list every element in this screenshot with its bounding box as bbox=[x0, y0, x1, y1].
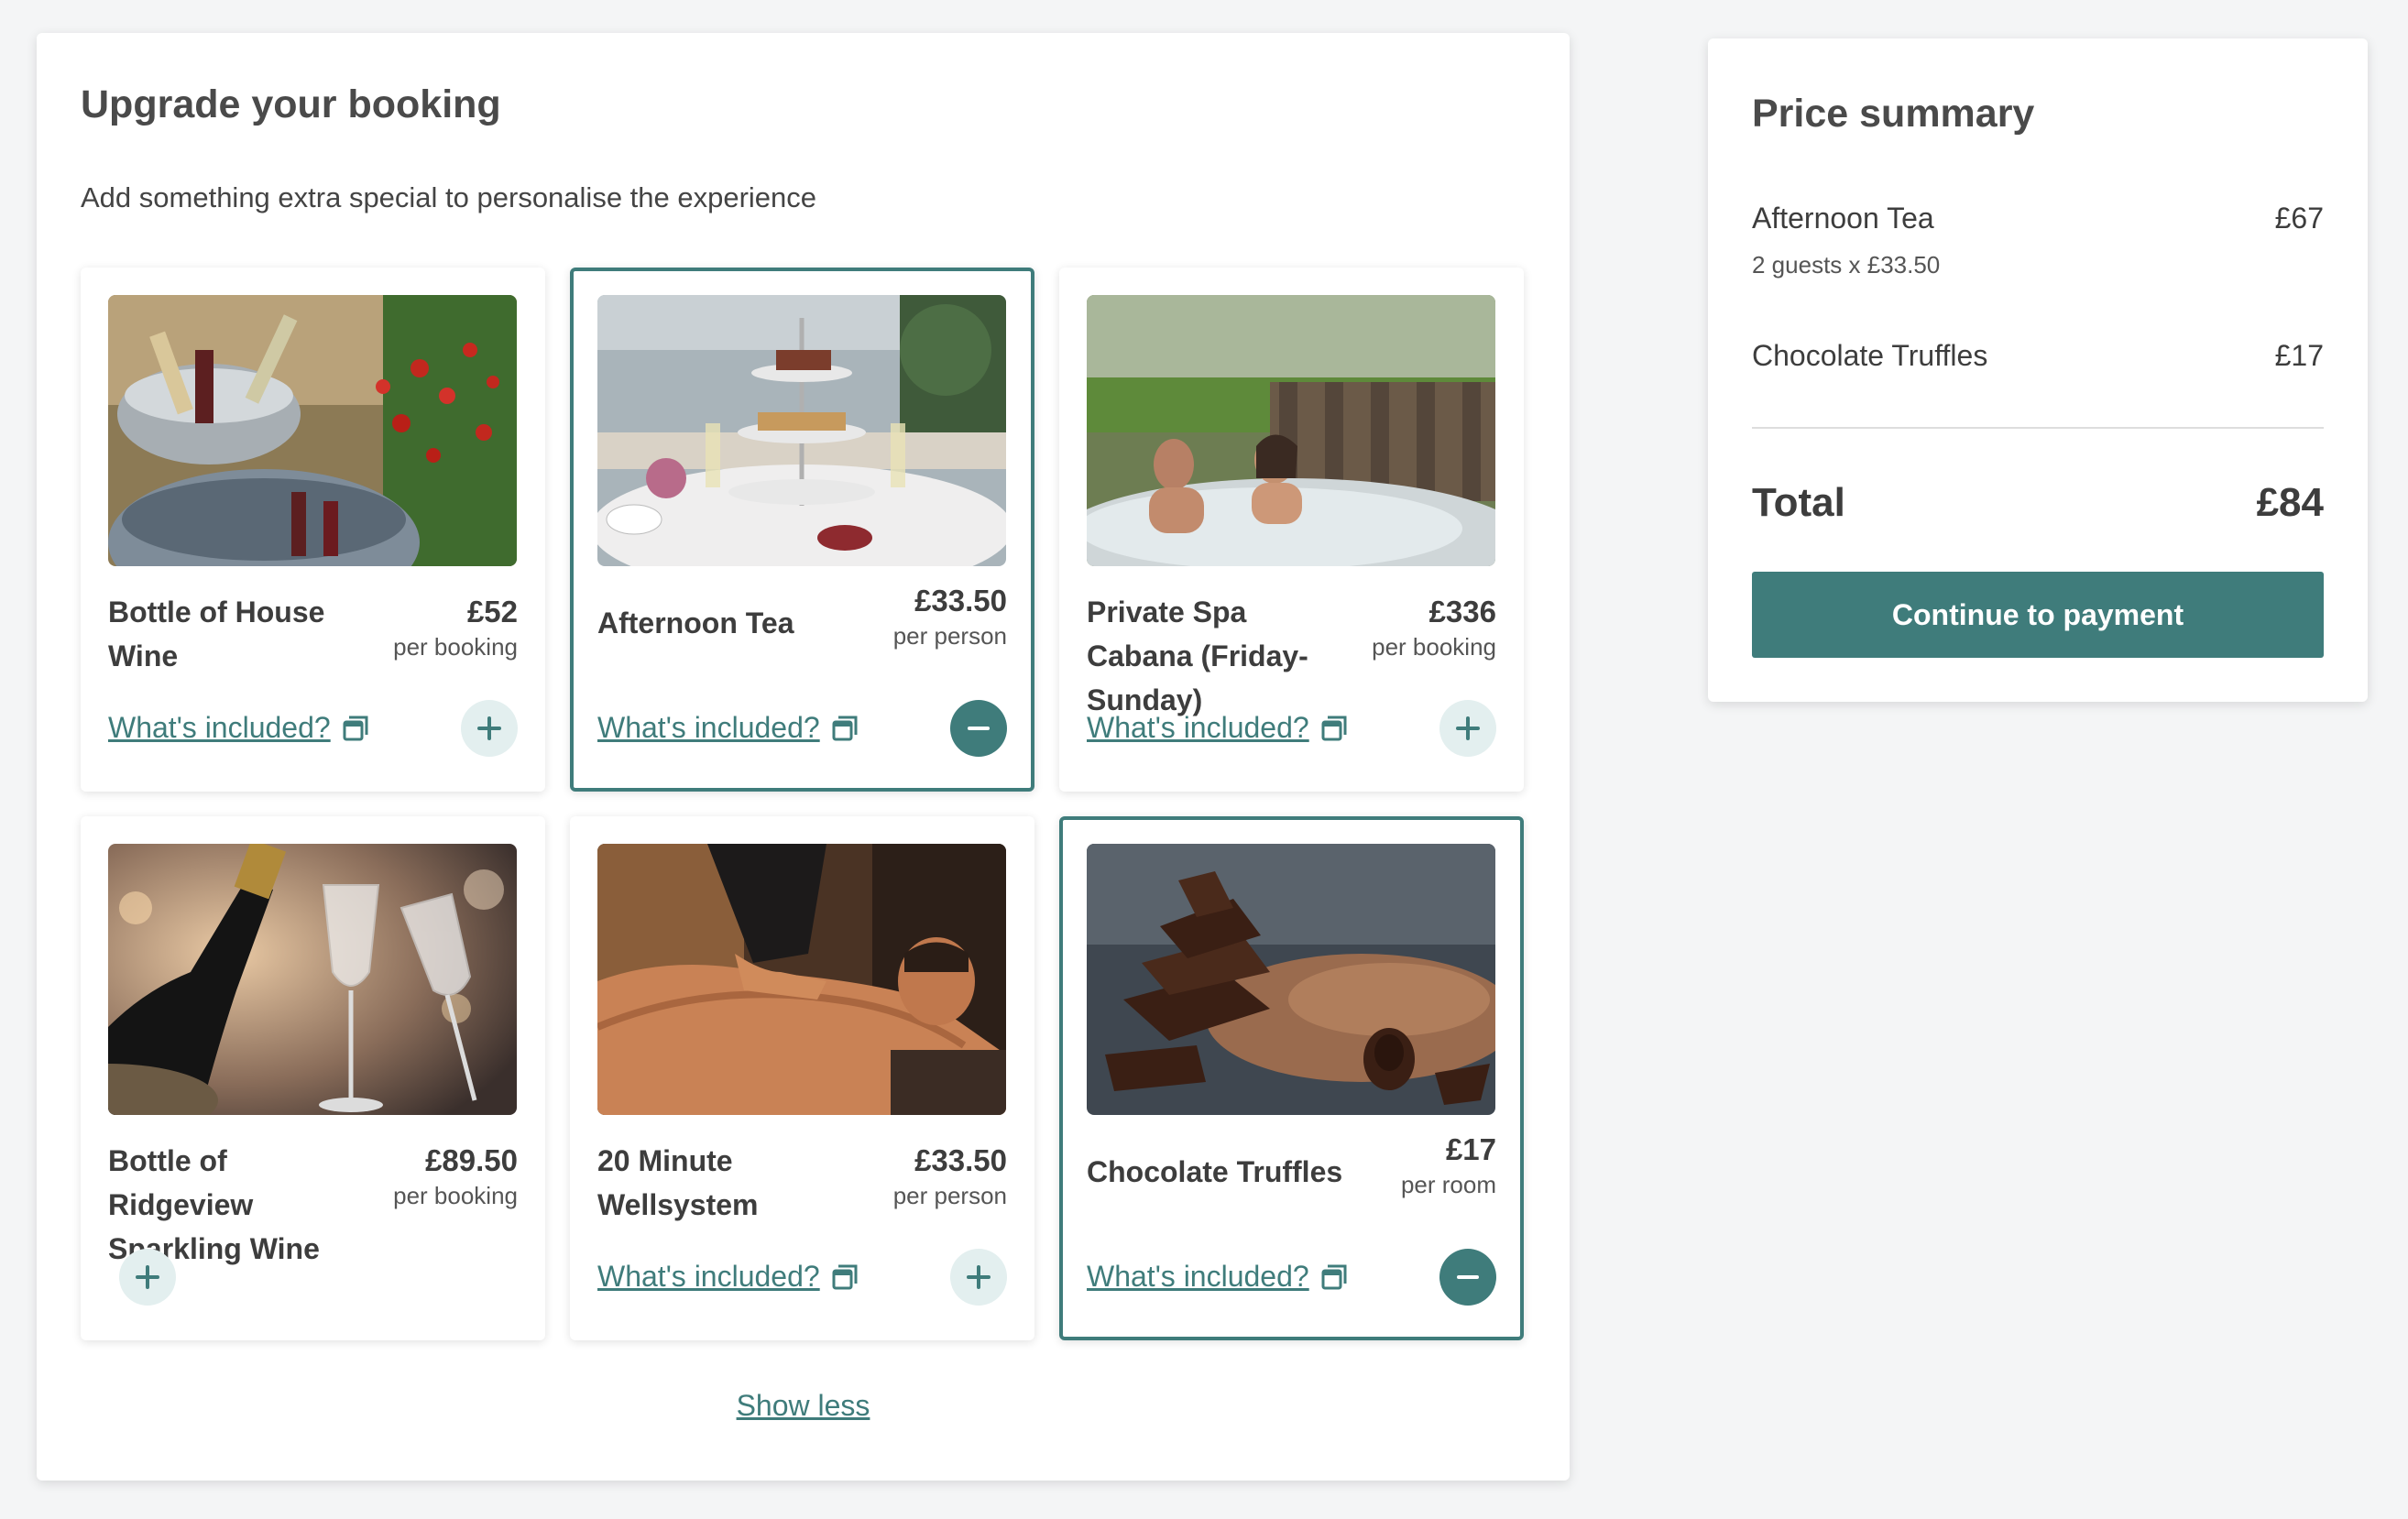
chocolate-image bbox=[1087, 844, 1495, 1115]
whats-included-label: What's included? bbox=[1087, 711, 1309, 744]
plus-icon bbox=[136, 1265, 159, 1289]
whats-included-link[interactable]: What's included? bbox=[1087, 711, 1348, 745]
whats-included-link[interactable]: What's included? bbox=[1087, 1260, 1348, 1294]
price-unit: per room bbox=[1400, 1171, 1496, 1198]
plus-icon bbox=[477, 716, 501, 740]
plus-icon bbox=[967, 1265, 991, 1289]
extras-grid: Bottle of House Wine £52 per booking Wha… bbox=[81, 268, 1524, 1340]
total-label: Total bbox=[1752, 480, 1845, 525]
add-button[interactable] bbox=[461, 700, 518, 757]
add-button[interactable] bbox=[1439, 700, 1496, 757]
extra-name: Chocolate Truffles bbox=[1087, 1155, 1343, 1188]
price-unit: per booking bbox=[1372, 633, 1496, 661]
whats-included-label: What's included? bbox=[597, 1260, 820, 1293]
price-summary-panel: Price summary Afternoon Tea £67 2 guests… bbox=[1708, 38, 2368, 702]
summary-divider bbox=[1752, 427, 2324, 429]
whats-included-link[interactable]: What's included? bbox=[108, 711, 369, 745]
extra-card-spa-cabana: Private Spa Cabana (Friday-Sunday) £336 … bbox=[1059, 268, 1524, 792]
extra-card-ridgeview-sparkling: Bottle of Ridgeview Sparkling Wine £89.5… bbox=[81, 816, 545, 1340]
price-value: £336 bbox=[1428, 595, 1496, 628]
open-in-popup-icon bbox=[343, 716, 368, 740]
summary-line-amount: £67 bbox=[2274, 202, 2324, 235]
massage-image bbox=[597, 844, 1006, 1115]
extra-card-chocolate-truffles: Chocolate Truffles £17 per room What's i… bbox=[1059, 816, 1524, 1340]
upgrade-panel: Upgrade your booking Add something extra… bbox=[37, 33, 1570, 1481]
extra-price: £52 per booking bbox=[393, 592, 518, 661]
price-unit: per person bbox=[892, 622, 1007, 650]
extra-price: £33.50 per person bbox=[893, 1141, 1007, 1210]
extra-card-wellsystem: 20 Minute Wellsystem £33.50 per person W… bbox=[570, 816, 1034, 1340]
continue-to-payment-button[interactable]: Continue to payment bbox=[1752, 572, 2324, 658]
extra-name: 20 Minute Wellsystem bbox=[597, 1144, 759, 1221]
price-unit: per person bbox=[892, 1182, 1007, 1209]
extra-price: £17 per room bbox=[1401, 1130, 1496, 1199]
summary-line-amount: £17 bbox=[2274, 339, 2324, 372]
upgrade-title: Upgrade your booking bbox=[81, 82, 501, 126]
show-less-container: Show less bbox=[37, 1389, 1570, 1423]
price-value: £52 bbox=[466, 595, 518, 628]
open-in-popup-icon bbox=[832, 716, 858, 740]
summary-line-detail: 2 guests x £33.50 bbox=[1752, 251, 1941, 279]
price-unit: per booking bbox=[393, 633, 518, 661]
whats-included-label: What's included? bbox=[1087, 1260, 1309, 1293]
total-amount: £84 bbox=[2256, 480, 2324, 525]
open-in-popup-icon bbox=[1321, 716, 1347, 740]
total-row: Total £84 bbox=[1752, 480, 2324, 526]
remove-button[interactable] bbox=[950, 700, 1007, 757]
price-summary-title: Price summary bbox=[1752, 92, 2035, 136]
price-value: £89.50 bbox=[425, 1143, 518, 1177]
summary-line: Chocolate Truffles £17 bbox=[1752, 339, 2324, 373]
wine-buckets-image bbox=[108, 295, 517, 566]
whats-included-link[interactable]: What's included? bbox=[597, 711, 859, 745]
upgrade-subtitle: Add something extra special to personali… bbox=[81, 181, 817, 213]
extra-name: Afternoon Tea bbox=[597, 607, 794, 639]
minus-icon bbox=[968, 727, 990, 730]
price-unit: per booking bbox=[393, 1182, 518, 1209]
price-value: £33.50 bbox=[914, 584, 1007, 617]
show-less-link[interactable]: Show less bbox=[737, 1389, 870, 1422]
add-button[interactable] bbox=[950, 1249, 1007, 1306]
summary-line-name: Afternoon Tea bbox=[1752, 202, 1934, 235]
extra-name: Bottle of House Wine bbox=[108, 596, 325, 672]
minus-icon bbox=[1457, 1275, 1479, 1279]
afternoon-tea-image bbox=[597, 295, 1006, 566]
hot-tub-couple-image bbox=[1087, 295, 1495, 566]
extra-card-afternoon-tea: Afternoon Tea £33.50 per person What's i… bbox=[570, 268, 1034, 792]
open-in-popup-icon bbox=[832, 1264, 858, 1289]
extra-name: Private Spa Cabana (Friday-Sunday) bbox=[1087, 596, 1308, 716]
summary-line-name: Chocolate Truffles bbox=[1752, 339, 1988, 372]
plus-icon bbox=[1456, 716, 1480, 740]
extra-card-house-wine: Bottle of House Wine £52 per booking Wha… bbox=[81, 268, 545, 792]
sparkling-wine-glasses-image bbox=[108, 844, 517, 1115]
remove-button[interactable] bbox=[1439, 1249, 1496, 1306]
price-value: £33.50 bbox=[914, 1143, 1007, 1177]
extra-price: £33.50 per person bbox=[893, 581, 1007, 650]
price-value: £17 bbox=[1445, 1132, 1496, 1166]
add-button[interactable] bbox=[119, 1249, 176, 1306]
extra-price: £336 per booking bbox=[1372, 592, 1496, 661]
open-in-popup-icon bbox=[1321, 1264, 1347, 1289]
summary-line: Afternoon Tea £67 bbox=[1752, 202, 2324, 235]
extra-price: £89.50 per booking bbox=[393, 1141, 518, 1210]
whats-included-link[interactable]: What's included? bbox=[597, 1260, 859, 1294]
whats-included-label: What's included? bbox=[597, 711, 820, 744]
whats-included-label: What's included? bbox=[108, 711, 331, 744]
